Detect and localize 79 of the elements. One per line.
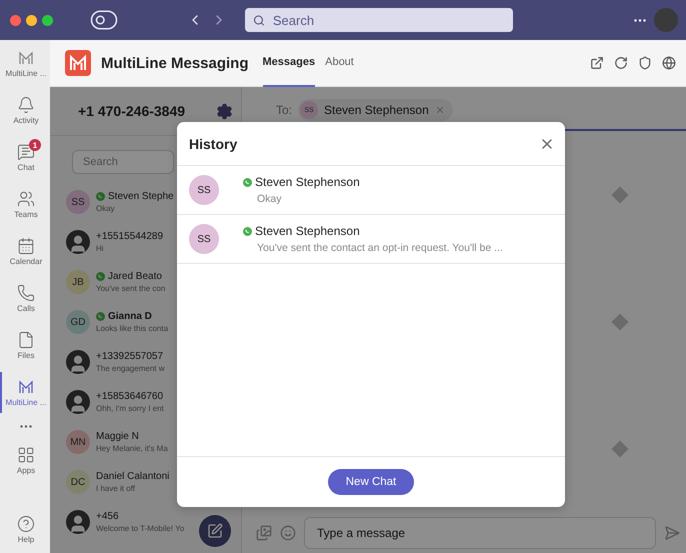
dialog-title: History	[189, 136, 238, 152]
contact-name[interactable]: +456	[96, 511, 119, 522]
message-preview: You've sent the contact an opt-in request. You'll be ...	[256, 242, 503, 254]
contact-name[interactable]: Gianna D	[108, 311, 152, 322]
contact-name[interactable]: Steven Stephe	[108, 191, 174, 202]
message-preview: Ohh, I'm sorry I ent	[96, 404, 164, 413]
message-preview: Looks like this conta	[96, 324, 168, 333]
message-preview: Welcome to T-Mobile! Yo	[96, 524, 184, 533]
contact-avatar: MN	[66, 430, 90, 454]
person-avatar-icon	[66, 350, 90, 374]
calendar-icon	[17, 237, 35, 255]
file-icon	[17, 331, 35, 349]
help-icon	[17, 515, 35, 533]
message-preview: Hi	[96, 244, 105, 253]
contact-name: Steven Stephenson	[255, 224, 360, 238]
contact-avatar: GD	[66, 310, 90, 334]
grid-icon	[17, 446, 35, 464]
contact-name[interactable]: Jared Beato	[108, 271, 162, 282]
message-preview: Okay	[96, 204, 116, 213]
rail-item[interactable]: MultiLine ...	[0, 40, 50, 87]
rail-item[interactable]: Activity	[0, 90, 50, 131]
more-icon[interactable]	[634, 18, 646, 22]
unread-count: 1	[29, 139, 41, 151]
contact-avatar: JB	[66, 270, 90, 294]
rail-item[interactable]: Apps	[0, 440, 50, 481]
new-chat-button[interactable]: New Chat	[328, 469, 414, 495]
m-logo-icon	[17, 378, 35, 396]
search-icon	[253, 14, 265, 26]
contact-name[interactable]: Maggie N	[96, 431, 139, 442]
search-field[interactable]: Search	[72, 150, 174, 174]
history-entry[interactable]: SS Steven Stephenson You've sent the contact an opt-in request. You'll be ...	[177, 215, 565, 264]
contact-avatar: DC	[66, 470, 90, 494]
person-avatar-icon	[66, 230, 90, 254]
popout-icon[interactable]	[590, 56, 604, 70]
app-logo-icon	[65, 50, 91, 76]
message-preview: Okay	[256, 193, 283, 205]
contact-avatar: SS	[189, 224, 219, 254]
app-title: MultiLine Messaging	[101, 54, 249, 72]
rail-item[interactable]: Chat 1	[0, 137, 50, 178]
rail-item[interactable]: Files	[0, 325, 50, 366]
refresh-icon[interactable]	[614, 56, 628, 70]
contact-name[interactable]: +15853646760	[96, 391, 164, 402]
message-preview: Hey Melanie, it's Ma	[96, 444, 168, 453]
rail-item[interactable]: Calendar	[0, 231, 50, 272]
contact-avatar: SS	[189, 175, 219, 205]
bell-icon	[17, 96, 35, 114]
help-item[interactable]: Help	[0, 509, 50, 550]
contact-name: Steven Stephenson	[255, 175, 360, 189]
person-avatar-icon	[66, 510, 90, 534]
compose-button[interactable]	[199, 515, 231, 547]
message-preview: You've sent the con	[96, 284, 166, 293]
message-preview: The engagement w	[96, 364, 164, 373]
contact-name[interactable]: +15515544289	[96, 231, 164, 242]
m-logo-icon	[17, 49, 35, 67]
phone-icon	[17, 284, 35, 302]
person-avatar-icon	[66, 390, 90, 414]
settings-icon[interactable]	[216, 102, 233, 120]
recipient-name: Steven Stephenson	[324, 103, 429, 117]
history-entry[interactable]: SS Steven Stephenson Okay	[177, 166, 565, 215]
rail-item[interactable]: Teams	[0, 184, 50, 225]
shield-icon[interactable]	[638, 56, 652, 70]
minimize-window-button[interactable]	[26, 14, 37, 26]
people-icon	[17, 190, 35, 208]
message-input[interactable]: Type a message	[304, 517, 656, 549]
search-input[interactable]: Search	[270, 12, 505, 28]
globe-icon[interactable]	[662, 56, 676, 70]
message-preview: I have it off	[96, 484, 136, 493]
more-icon	[20, 425, 32, 428]
tab[interactable]: About	[325, 40, 354, 86]
contact-avatar: SS	[66, 190, 90, 214]
close-window-button[interactable]	[10, 14, 21, 26]
line-number: +1 470-246-3849	[78, 103, 186, 119]
contact-name[interactable]: Daniel Calantoni	[96, 471, 170, 482]
zoom-window-button[interactable]	[42, 14, 53, 26]
rail-item[interactable]: Calls	[0, 278, 50, 319]
to-label: To:	[276, 103, 292, 117]
search-bar[interactable]: Search	[245, 8, 513, 32]
contact-name[interactable]: +13392557057	[96, 351, 164, 362]
edit-icon	[207, 523, 223, 539]
